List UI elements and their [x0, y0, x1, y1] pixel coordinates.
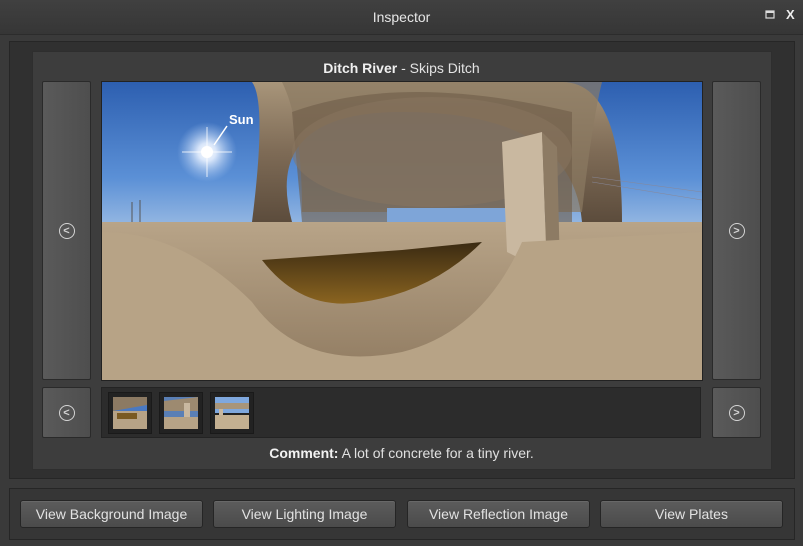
- view-background-image-button[interactable]: View Background Image: [20, 500, 203, 528]
- title-bar: Inspector X: [0, 0, 803, 35]
- circle-right-arrow-icon: >: [728, 222, 745, 239]
- next-thumbnail-button[interactable]: >: [712, 387, 761, 438]
- thumbnail-strip: [101, 387, 701, 438]
- previous-thumbnail-button[interactable]: <: [42, 387, 91, 438]
- close-x-icon[interactable]: X: [786, 7, 795, 22]
- image-subtitle: Skips Ditch: [409, 60, 480, 76]
- next-image-button[interactable]: >: [712, 81, 761, 380]
- circle-left-arrow-icon: <: [58, 404, 75, 421]
- caption-separator: -: [397, 60, 410, 76]
- previous-image-button[interactable]: <: [42, 81, 91, 380]
- comment-label: Comment:: [269, 445, 339, 461]
- circle-left-arrow-icon: <: [58, 222, 75, 239]
- image-comment: Comment: A lot of concrete for a tiny ri…: [0, 445, 803, 461]
- thumbnail-2[interactable]: [159, 392, 203, 434]
- view-plates-button[interactable]: View Plates: [600, 500, 783, 528]
- thumbnail-3[interactable]: [210, 392, 254, 434]
- comment-text: A lot of concrete for a tiny river.: [338, 445, 534, 461]
- thumbnail-1[interactable]: [108, 392, 152, 434]
- view-lighting-image-button[interactable]: View Lighting Image: [213, 500, 396, 528]
- sun-label: Sun: [229, 112, 254, 127]
- panorama-image: Sun: [101, 81, 703, 381]
- image-name: Ditch River: [323, 60, 398, 76]
- view-reflection-image-button[interactable]: View Reflection Image: [407, 500, 590, 528]
- restore-window-icon[interactable]: [765, 10, 775, 20]
- circle-right-arrow-icon: >: [728, 404, 745, 421]
- window-title: Inspector: [372, 9, 431, 25]
- image-caption: Ditch River - Skips Ditch: [0, 60, 803, 76]
